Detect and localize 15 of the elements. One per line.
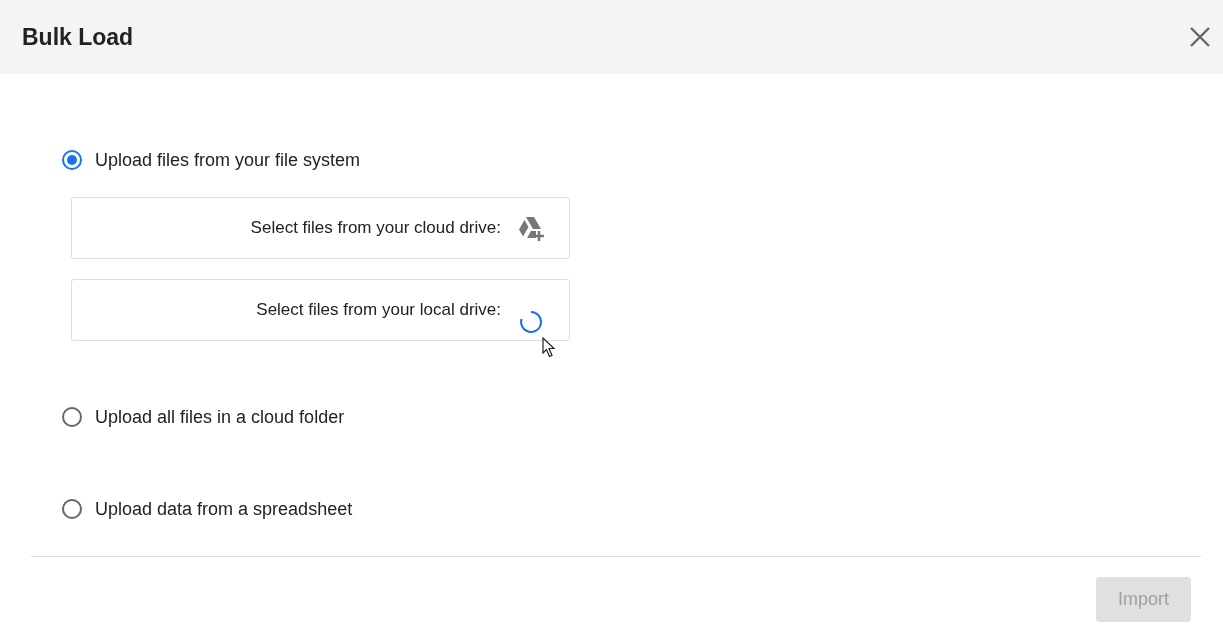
mouse-pointer-icon bbox=[542, 337, 556, 358]
loading-spinner-icon bbox=[517, 308, 545, 336]
radio-button[interactable] bbox=[62, 407, 82, 427]
source-label: Select files from your cloud drive: bbox=[250, 218, 501, 238]
option-label[interactable]: Upload all files in a cloud folder bbox=[95, 406, 345, 428]
option-label[interactable]: Upload files from your file system bbox=[95, 149, 361, 171]
file-source-panel[interactable]: Select files from your local drive: bbox=[71, 279, 570, 341]
option-label[interactable]: Upload data from a spreadsheet bbox=[95, 498, 353, 520]
close-icon[interactable] bbox=[1189, 26, 1211, 48]
file-source-panel[interactable]: Select files from your cloud drive: bbox=[71, 197, 570, 259]
radio-button[interactable] bbox=[62, 150, 82, 170]
source-label: Select files from your local drive: bbox=[256, 300, 501, 320]
dialog-title: Bulk Load bbox=[22, 23, 134, 51]
radio-button[interactable] bbox=[62, 499, 82, 519]
cloud-drive-add-icon[interactable] bbox=[517, 214, 545, 242]
